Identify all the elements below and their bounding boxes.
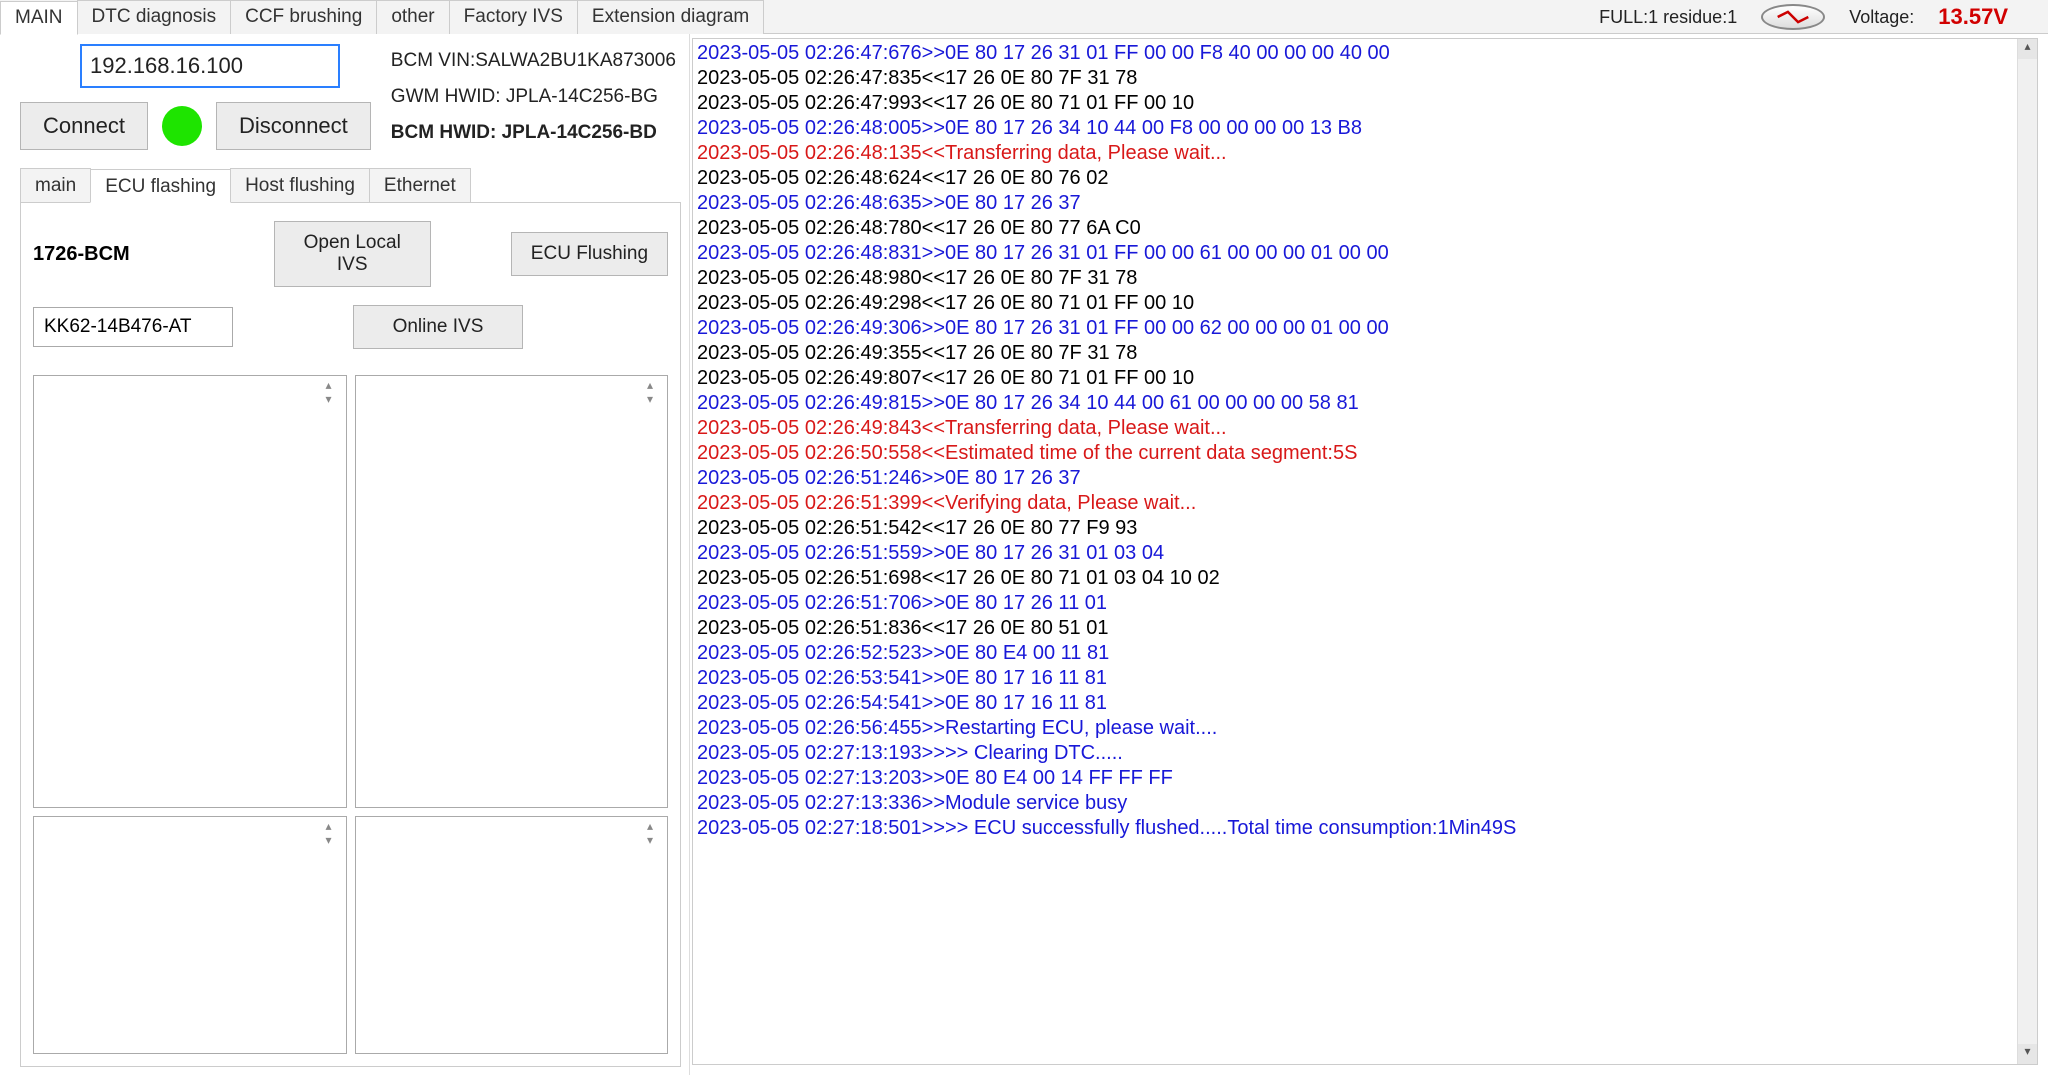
log-line: 2023-05-05 02:27:13:336>>Module service … [697,791,2033,816]
log-line: 2023-05-05 02:26:49:298<<17 26 0E 80 71 … [697,291,2033,316]
log-line: 2023-05-05 02:26:47:835<<17 26 0E 80 7F … [697,66,2033,91]
top-tab-factory-ivs[interactable]: Factory IVS [449,0,578,34]
scroll-thumb-icon[interactable]: ▴▾ [326,378,344,403]
bcm-hwid-label: BCM HWID: JPLA-14C256-BD [391,122,676,144]
panel-box-bottom-right[interactable]: ▴▾ [355,816,669,1054]
log-output[interactable]: 2023-05-05 02:26:47:676>>0E 80 17 26 31 … [693,39,2037,1064]
gwm-hwid-label: GWM HWID: JPLA-14C256-BG [391,86,676,108]
online-ivs-button[interactable]: Online IVS [353,305,523,349]
log-line: 2023-05-05 02:26:48:635>>0E 80 17 26 37 [697,191,2033,216]
top-tab-dtc-diagnosis[interactable]: DTC diagnosis [77,0,232,34]
ecu-module-label: 1726-BCM [33,243,214,266]
top-tabs: MAINDTC diagnosisCCF brushingotherFactor… [0,0,2048,34]
connection-status-icon [162,106,202,146]
sub-tab-ecu-flashing[interactable]: ECU flashing [90,169,231,203]
sub-tabs: mainECU flashingHost flushingEthernet [20,168,681,203]
panel-box-bottom-left[interactable]: ▴▾ [33,816,347,1054]
ecu-flashing-panel: 1726-BCM Open Local IVS ECU Flushing Onl… [20,203,681,1067]
sub-tab-ethernet[interactable]: Ethernet [369,168,471,202]
voltage-value: 13.57V [1938,4,2008,30]
ecu-flushing-button[interactable]: ECU Flushing [511,232,668,276]
scroll-thumb-icon[interactable]: ▴▾ [326,819,344,844]
log-line: 2023-05-05 02:26:48:005>>0E 80 17 26 34 … [697,116,2033,141]
log-line: 2023-05-05 02:26:48:624<<17 26 0E 80 76 … [697,166,2033,191]
panel-box-top-right[interactable]: ▴▾ [355,375,669,808]
log-line: 2023-05-05 02:26:47:676>>0E 80 17 26 31 … [697,41,2033,66]
open-local-ivs-button[interactable]: Open Local IVS [274,221,431,287]
log-line: 2023-05-05 02:26:48:980<<17 26 0E 80 7F … [697,266,2033,291]
log-line: 2023-05-05 02:26:48:831>>0E 80 17 26 31 … [697,241,2033,266]
scroll-up-icon[interactable]: ▴ [2018,39,2037,59]
log-line: 2023-05-05 02:26:51:836<<17 26 0E 80 51 … [697,616,2033,641]
log-line: 2023-05-05 02:26:49:306>>0E 80 17 26 31 … [697,316,2033,341]
brand-logo-icon [1761,4,1825,30]
log-line: 2023-05-05 02:26:51:706>>0E 80 17 26 11 … [697,591,2033,616]
log-line: 2023-05-05 02:26:49:355<<17 26 0E 80 7F … [697,341,2033,366]
log-scrollbar[interactable]: ▴ ▾ [2017,39,2037,1064]
voltage-label: Voltage: [1849,7,1914,28]
log-line: 2023-05-05 02:26:53:541>>0E 80 17 16 11 … [697,666,2033,691]
log-line: 2023-05-05 02:26:51:698<<17 26 0E 80 71 … [697,566,2033,591]
log-line: 2023-05-05 02:26:48:780<<17 26 0E 80 77 … [697,216,2033,241]
disconnect-button[interactable]: Disconnect [216,102,371,150]
log-line: 2023-05-05 02:26:56:455>>Restarting ECU,… [697,716,2033,741]
log-line: 2023-05-05 02:26:49:815>>0E 80 17 26 34 … [697,391,2033,416]
status-full-residue: FULL:1 residue:1 [1599,7,1737,28]
part-number-input[interactable] [33,307,233,347]
log-line: 2023-05-05 02:26:54:541>>0E 80 17 16 11 … [697,691,2033,716]
log-line: 2023-05-05 02:26:47:993<<17 26 0E 80 71 … [697,91,2033,116]
sub-tab-main[interactable]: main [20,168,91,202]
bcm-vin-label: BCM VIN:SALWA2BU1KA873006 [391,50,676,72]
sub-tab-host-flushing[interactable]: Host flushing [230,168,370,202]
scroll-thumb-icon[interactable]: ▴▾ [647,378,665,403]
top-tab-extension-diagram[interactable]: Extension diagram [577,0,764,34]
top-tab-ccf-brushing[interactable]: CCF brushing [230,0,377,34]
log-line: 2023-05-05 02:26:49:843<<Transferring da… [697,416,2033,441]
log-line: 2023-05-05 02:26:51:399<<Verifying data,… [697,491,2033,516]
scroll-thumb-icon[interactable]: ▴▾ [647,819,665,844]
left-panel: Connect Disconnect BCM VIN:SALWA2BU1KA87… [0,34,690,1075]
log-line: 2023-05-05 02:26:51:542<<17 26 0E 80 77 … [697,516,2033,541]
connect-button[interactable]: Connect [20,102,148,150]
ip-address-input[interactable] [80,44,340,88]
log-line: 2023-05-05 02:26:52:523>>0E 80 E4 00 11 … [697,641,2033,666]
scroll-down-icon[interactable]: ▾ [2018,1044,2037,1064]
scroll-track[interactable] [2018,59,2037,1044]
top-tab-main[interactable]: MAIN [0,1,78,35]
status-area: FULL:1 residue:1 Voltage: 13.57V [1599,0,2048,34]
log-line: 2023-05-05 02:26:48:135<<Transferring da… [697,141,2033,166]
log-panel: 2023-05-05 02:26:47:676>>0E 80 17 26 31 … [692,38,2038,1065]
log-line: 2023-05-05 02:27:13:203>>0E 80 E4 00 14 … [697,766,2033,791]
log-line: 2023-05-05 02:26:49:807<<17 26 0E 80 71 … [697,366,2033,391]
log-line: 2023-05-05 02:27:13:193>>>> Clearing DTC… [697,741,2033,766]
log-line: 2023-05-05 02:27:18:501>>>> ECU successf… [697,816,2033,841]
top-tab-other[interactable]: other [376,0,449,34]
log-line: 2023-05-05 02:26:50:558<<Estimated time … [697,441,2033,466]
log-line: 2023-05-05 02:26:51:246>>0E 80 17 26 37 [697,466,2033,491]
log-line: 2023-05-05 02:26:51:559>>0E 80 17 26 31 … [697,541,2033,566]
panel-box-top-left[interactable]: ▴▾ [33,375,347,808]
